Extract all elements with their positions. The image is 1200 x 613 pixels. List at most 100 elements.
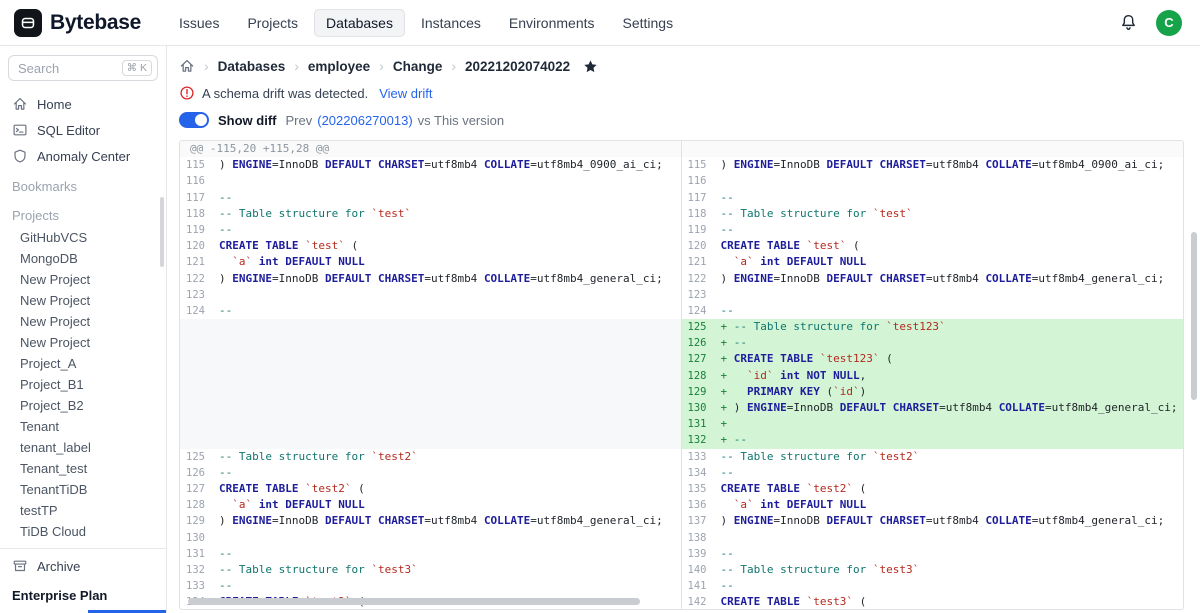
code-content: -- Table structure for `test` — [213, 206, 681, 222]
line-number: 117 — [180, 190, 213, 206]
diff-line — [180, 400, 681, 416]
diff-line: 125+ -- Table structure for `test123` — [682, 319, 1184, 335]
diff-line: 117-- — [180, 190, 681, 206]
breadcrumb-item[interactable]: Change — [393, 59, 443, 74]
sidebar-project-testtp[interactable]: testTP — [0, 500, 166, 521]
nav-item-issues[interactable]: Issues — [167, 9, 231, 37]
show-diff-toggle[interactable] — [179, 112, 209, 128]
diff-line: 127CREATE TABLE `test2` ( — [180, 481, 681, 497]
line-number: 127 — [682, 351, 715, 367]
sidebar-project-tenant[interactable]: Tenant — [0, 416, 166, 437]
code-content: ) ENGINE=InnoDB DEFAULT CHARSET=utf8mb4 … — [715, 157, 1184, 173]
nav-item-settings[interactable]: Settings — [611, 9, 686, 37]
terminal-icon — [12, 122, 28, 138]
code-content: -- — [715, 578, 1184, 594]
sidebar-project-tenanttidb[interactable]: TenantTiDB — [0, 479, 166, 500]
line-number: 115 — [682, 157, 715, 173]
diff-line: 123 — [180, 287, 681, 303]
code-content: `a` int DEFAULT NULL — [213, 497, 681, 513]
diff-horizontal-scrollbar[interactable] — [188, 598, 640, 605]
sidebar-project-new-project[interactable]: New Project — [0, 290, 166, 311]
sidebar-project-tenant-label[interactable]: tenant_label — [0, 437, 166, 458]
line-number: 122 — [682, 271, 715, 287]
diff-line: 118-- Table structure for `test` — [180, 206, 681, 222]
sidebar-item-archive[interactable]: Archive — [0, 553, 166, 579]
view-drift-link[interactable]: View drift — [379, 86, 432, 101]
diff-line — [180, 368, 681, 384]
sidebar-section-projects[interactable]: Projects — [0, 202, 166, 227]
sidebar-project-tenant-test[interactable]: Tenant_test — [0, 458, 166, 479]
user-avatar[interactable]: C — [1156, 10, 1182, 36]
diff-line: 132+ -- — [682, 432, 1184, 448]
diff-line: 115) ENGINE=InnoDB DEFAULT CHARSET=utf8m… — [180, 157, 681, 173]
nav-item-environments[interactable]: Environments — [497, 9, 607, 37]
line-number: 126 — [180, 465, 213, 481]
diff-line: 126-- — [180, 465, 681, 481]
code-content: ) ENGINE=InnoDB DEFAULT CHARSET=utf8mb4 … — [213, 157, 681, 173]
sidebar-project-new-project[interactable]: New Project — [0, 311, 166, 332]
code-content: -- — [715, 546, 1184, 562]
code-content: CREATE TABLE `test` ( — [213, 238, 681, 254]
nav-item-projects[interactable]: Projects — [235, 9, 310, 37]
diff-line: 139-- — [682, 546, 1184, 562]
breadcrumb-home-icon[interactable] — [179, 58, 195, 74]
diff-line: 119-- — [682, 222, 1184, 238]
search-input[interactable]: Search ⌘ K — [8, 55, 158, 81]
line-number: 135 — [682, 481, 715, 497]
breadcrumb-item[interactable]: 20221202074022 — [465, 59, 570, 74]
diff-pane-current: 115) ENGINE=InnoDB DEFAULT CHARSET=utf8m… — [682, 141, 1184, 609]
alert-icon — [179, 85, 195, 101]
sidebar-item-anomaly-center[interactable]: Anomaly Center — [0, 143, 166, 169]
breadcrumb-items: ›Databases›employee›Change›2022120207402… — [204, 58, 570, 74]
code-content: -- Table structure for `test3` — [715, 562, 1184, 578]
code-content: ) ENGINE=InnoDB DEFAULT CHARSET=utf8mb4 … — [715, 513, 1184, 529]
code-content: `a` int DEFAULT NULL — [213, 254, 681, 270]
toggle-knob — [195, 114, 207, 126]
notifications-bell-icon[interactable] — [1119, 13, 1138, 32]
bookmark-star-icon[interactable] — [583, 59, 598, 74]
nav-item-instances[interactable]: Instances — [409, 9, 493, 37]
diff-line — [180, 335, 681, 351]
nav-item-databases[interactable]: Databases — [314, 9, 405, 37]
page-vertical-scrollbar[interactable] — [1191, 232, 1197, 400]
prev-version-link[interactable]: (202206270013) — [317, 113, 412, 128]
diff-line: 131+ — [682, 416, 1184, 432]
sidebar-item-label: SQL Editor — [37, 123, 100, 138]
code-content: -- — [213, 190, 681, 206]
sidebar-item-home[interactable]: Home — [0, 91, 166, 117]
sidebar-scrollbar[interactable] — [160, 197, 164, 267]
line-number: 128 — [180, 497, 213, 513]
breadcrumb-item[interactable]: employee — [308, 59, 370, 74]
sidebar-section-bookmarks[interactable]: Bookmarks — [0, 173, 166, 198]
sidebar-project-project-b2[interactable]: Project_B2 — [0, 395, 166, 416]
code-content — [213, 335, 681, 351]
sidebar-project-githubvcs[interactable]: GitHubVCS — [0, 227, 166, 248]
diff-line: 129+ PRIMARY KEY (`id`) — [682, 384, 1184, 400]
code-content: -- — [213, 303, 681, 319]
schema-drift-alert: A schema drift was detected. View drift — [179, 82, 1184, 104]
line-number: 118 — [180, 206, 213, 222]
brand-title[interactable]: Bytebase — [50, 11, 141, 35]
bytebase-logo-icon[interactable] — [14, 9, 42, 37]
code-content: -- — [213, 546, 681, 562]
code-content: -- — [715, 465, 1184, 481]
diff-line — [180, 351, 681, 367]
archive-icon — [12, 558, 28, 574]
code-content: -- Table structure for `test2` — [715, 449, 1184, 465]
diff-line: 120CREATE TABLE `test` ( — [180, 238, 681, 254]
diff-line: 134-- — [682, 465, 1184, 481]
alert-message: A schema drift was detected. — [202, 86, 368, 101]
search-shortcut-kbd: ⌘ K — [122, 60, 152, 76]
sidebar-project-project-a[interactable]: Project_A — [0, 353, 166, 374]
sidebar-project-tidb-cloud[interactable]: TiDB Cloud — [0, 521, 166, 542]
breadcrumb-item[interactable]: Databases — [218, 59, 286, 74]
sidebar-project-new-project[interactable]: New Project — [0, 332, 166, 353]
sidebar-project-project-b1[interactable]: Project_B1 — [0, 374, 166, 395]
sidebar-project-new-project[interactable]: New Project — [0, 269, 166, 290]
code-content — [715, 173, 1184, 189]
code-content — [213, 287, 681, 303]
code-content: ) ENGINE=InnoDB DEFAULT CHARSET=utf8mb4 … — [213, 271, 681, 287]
diff-line: 138 — [682, 530, 1184, 546]
sidebar-item-sql-editor[interactable]: SQL Editor — [0, 117, 166, 143]
sidebar-project-mongodb[interactable]: MongoDB — [0, 248, 166, 269]
